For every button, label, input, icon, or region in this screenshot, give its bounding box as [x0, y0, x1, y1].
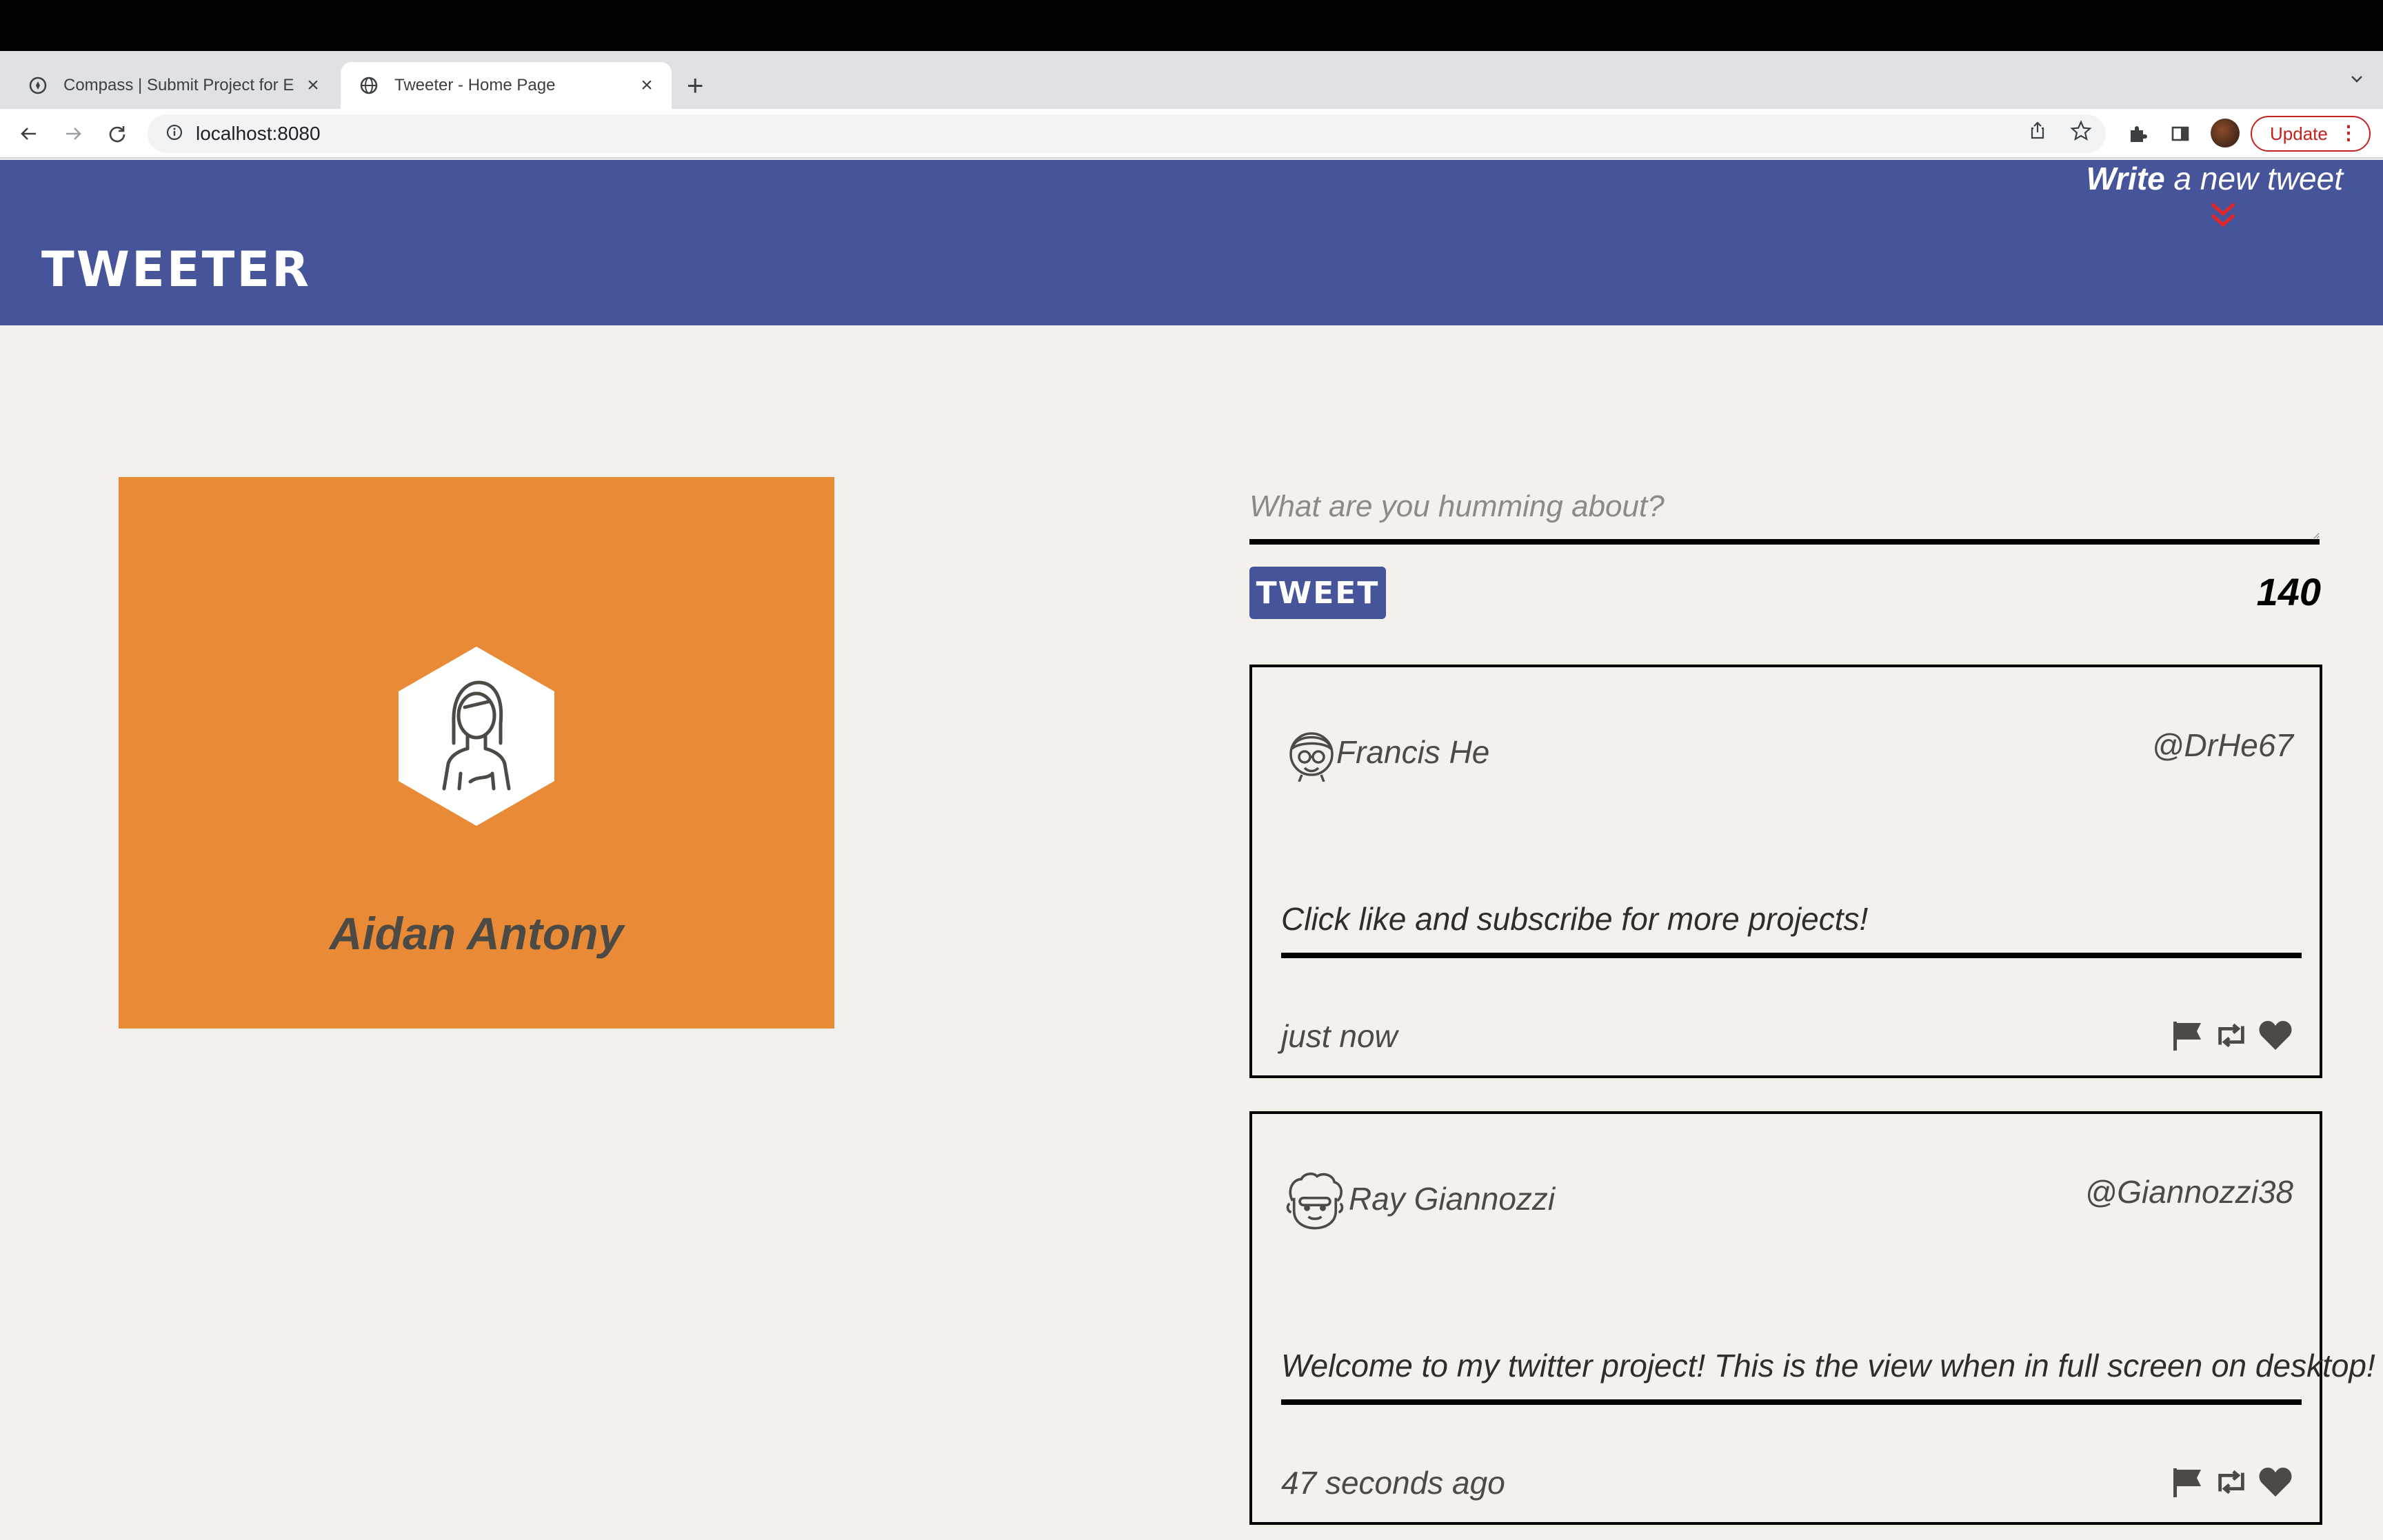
- write-new-tweet-link[interactable]: Write a new tweet: [2087, 160, 2343, 197]
- bookmark-star-icon[interactable]: [2070, 120, 2092, 145]
- profile-name: Aidan Antony: [329, 908, 624, 959]
- new-tab-button[interactable]: +: [687, 65, 704, 106]
- tweet-actions: [2169, 1464, 2293, 1500]
- side-panel-icon[interactable]: [2165, 119, 2195, 149]
- heart-icon[interactable]: [2258, 1464, 2293, 1500]
- retweet-icon[interactable]: [2213, 1017, 2249, 1053]
- tweet-author-name: Ray Giannozzi: [1349, 1181, 1556, 1217]
- back-arrow-icon[interactable]: [14, 119, 44, 149]
- tab-compass[interactable]: Compass | Submit Project for E ×: [14, 62, 338, 109]
- tweet-text: Click like and subscribe for more projec…: [1281, 900, 2302, 958]
- tweet-button[interactable]: TWEET: [1249, 567, 1386, 619]
- tweet-text: Welcome to my twitter project! This is t…: [1281, 1347, 2375, 1405]
- heart-icon[interactable]: [2258, 1017, 2293, 1053]
- site-info-icon[interactable]: [165, 123, 183, 145]
- user-avatar-icon: [399, 647, 554, 826]
- browser-toolbar: localhost:8080: [0, 109, 2383, 159]
- url-text: localhost:8080: [196, 123, 321, 144]
- tab-tweeter[interactable]: Tweeter - Home Page ×: [341, 62, 672, 109]
- extensions-puzzle-icon[interactable]: [2122, 119, 2153, 149]
- address-bar[interactable]: localhost:8080: [148, 114, 2106, 153]
- brand-logo[interactable]: TWEETER: [41, 241, 311, 298]
- share-icon[interactable]: [2027, 120, 2048, 144]
- os-menu-bar: [0, 0, 2383, 51]
- tweet-author-name: Francis He: [1336, 734, 1490, 770]
- curly-hair-man-avatar-icon: [1286, 1172, 1344, 1230]
- tweet-author-handle: @Giannozzi38: [2084, 1174, 2293, 1210]
- tweet-author-handle: @DrHe67: [2151, 727, 2293, 763]
- reload-icon[interactable]: [102, 119, 132, 149]
- flag-icon[interactable]: [2169, 1464, 2205, 1500]
- tweet-actions: [2169, 1017, 2293, 1053]
- profile-avatar[interactable]: [2211, 119, 2240, 148]
- write-rest-label: a new tweet: [2173, 161, 2343, 196]
- forward-arrow-icon[interactable]: [58, 119, 88, 149]
- write-label: Write: [2086, 161, 2165, 196]
- tab-search-chevron-icon[interactable]: [2349, 69, 2365, 92]
- tweet-card: Francis He @DrHe67 Click like and subscr…: [1249, 665, 2322, 1078]
- compass-favicon-icon: [28, 75, 48, 96]
- app-header: TWEETER Write a new tweet: [0, 160, 2383, 325]
- flag-icon[interactable]: [2169, 1017, 2205, 1053]
- menu-dots-icon: ⋮: [2339, 122, 2358, 143]
- glasses-man-avatar-icon: [1289, 732, 1334, 782]
- tweet-timestamp: 47 seconds ago: [1281, 1465, 1505, 1501]
- tab-close-icon[interactable]: ×: [299, 74, 327, 97]
- character-counter: 140: [2256, 570, 2321, 614]
- update-button[interactable]: Update ⋮: [2251, 116, 2371, 152]
- update-label: Update: [2270, 123, 2328, 144]
- tweet-card: Ray Giannozzi @Giannozzi38 Welcome to my…: [1249, 1111, 2375, 1525]
- double-chevron-down-icon[interactable]: [2208, 201, 2238, 229]
- tweet-input[interactable]: [1249, 489, 2320, 545]
- profile-card: Aidan Antony: [119, 477, 834, 1029]
- tab-close-icon[interactable]: ×: [633, 74, 661, 97]
- retweet-icon[interactable]: [2213, 1464, 2249, 1500]
- browser-tab-strip: Compass | Submit Project for E × Tweeter…: [0, 51, 2383, 109]
- tab-title: Tweeter - Home Page: [394, 76, 556, 94]
- tab-title: Compass | Submit Project for E: [63, 76, 294, 94]
- globe-favicon-icon: [359, 75, 379, 96]
- tweet-timestamp: just now: [1281, 1018, 1398, 1054]
